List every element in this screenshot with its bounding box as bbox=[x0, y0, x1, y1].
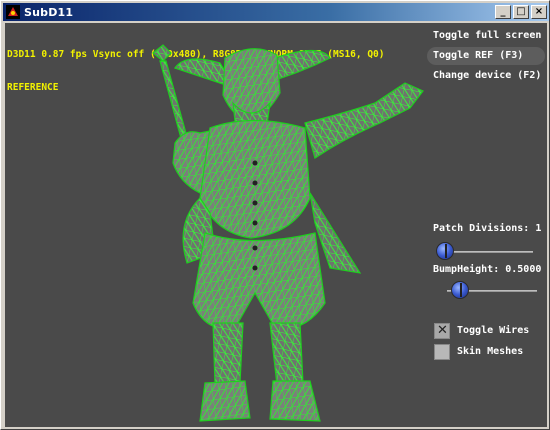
directx-app-icon bbox=[6, 5, 20, 19]
patch-divisions-label: Patch Divisions: 1 bbox=[433, 223, 542, 234]
change-device-button[interactable]: Change device (F2) bbox=[427, 67, 545, 85]
close-button[interactable]: × bbox=[531, 5, 547, 19]
toggle-wires-label: Toggle Wires bbox=[457, 325, 530, 336]
render-viewport[interactable]: D3D11 0.87 fps Vsync off (640x480), R8G8… bbox=[5, 23, 547, 427]
title-bar[interactable]: SubD11 _ □ × bbox=[3, 3, 549, 21]
app-window: SubD11 _ □ × D3D11 0.87 fps Vsync off (6… bbox=[0, 0, 550, 430]
window-title: SubD11 bbox=[24, 5, 74, 19]
bump-height-label: BumpHeight: 0.5000 bbox=[433, 264, 542, 275]
minimize-button[interactable]: _ bbox=[495, 5, 511, 19]
patch-divisions-slider-knob[interactable] bbox=[436, 242, 454, 260]
toggle-ref-button[interactable]: Toggle REF (F3) bbox=[427, 47, 545, 65]
maximize-button[interactable]: □ bbox=[513, 5, 529, 19]
bump-height-slider-knob[interactable] bbox=[451, 281, 469, 299]
toggle-wires-checkbox[interactable]: ✕ bbox=[434, 323, 450, 339]
checkmark-x-icon: ✕ bbox=[437, 323, 448, 338]
skin-meshes-label: Skin Meshes bbox=[457, 346, 524, 357]
skin-meshes-checkbox[interactable] bbox=[434, 344, 450, 360]
wireframe-character-model bbox=[152, 44, 424, 422]
toggle-full-screen-button[interactable]: Toggle full screen bbox=[427, 27, 545, 45]
